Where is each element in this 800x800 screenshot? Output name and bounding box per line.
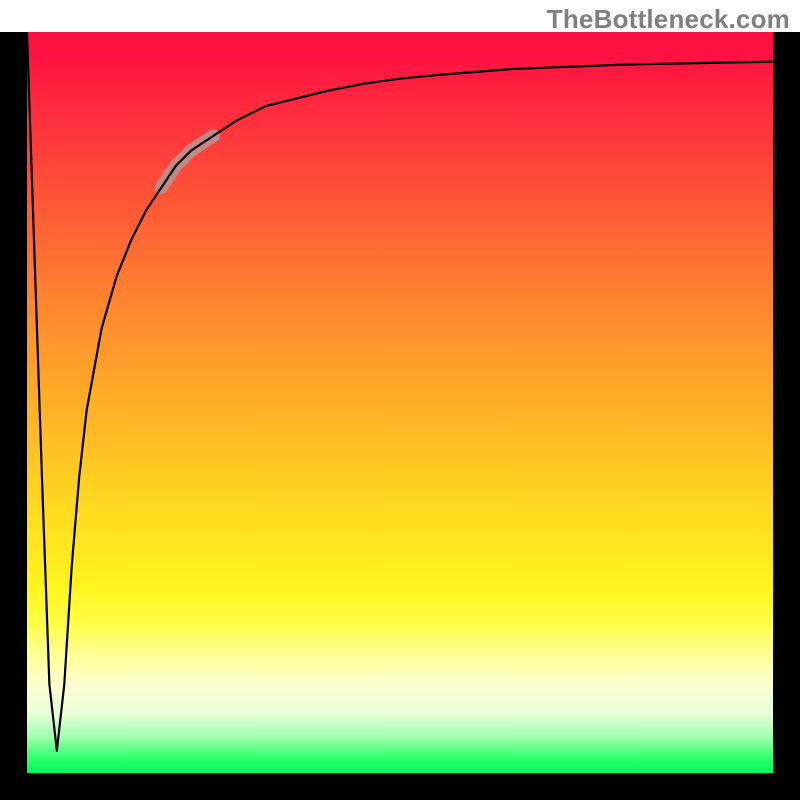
- highlight-segment: [161, 136, 213, 188]
- curve-svg: [27, 32, 773, 773]
- bottleneck-curve: [27, 32, 773, 751]
- plot-area: [27, 32, 773, 773]
- watermark-text: TheBottleneck.com: [547, 4, 790, 35]
- chart-frame: [0, 32, 800, 800]
- chart-container: TheBottleneck.com: [0, 0, 800, 800]
